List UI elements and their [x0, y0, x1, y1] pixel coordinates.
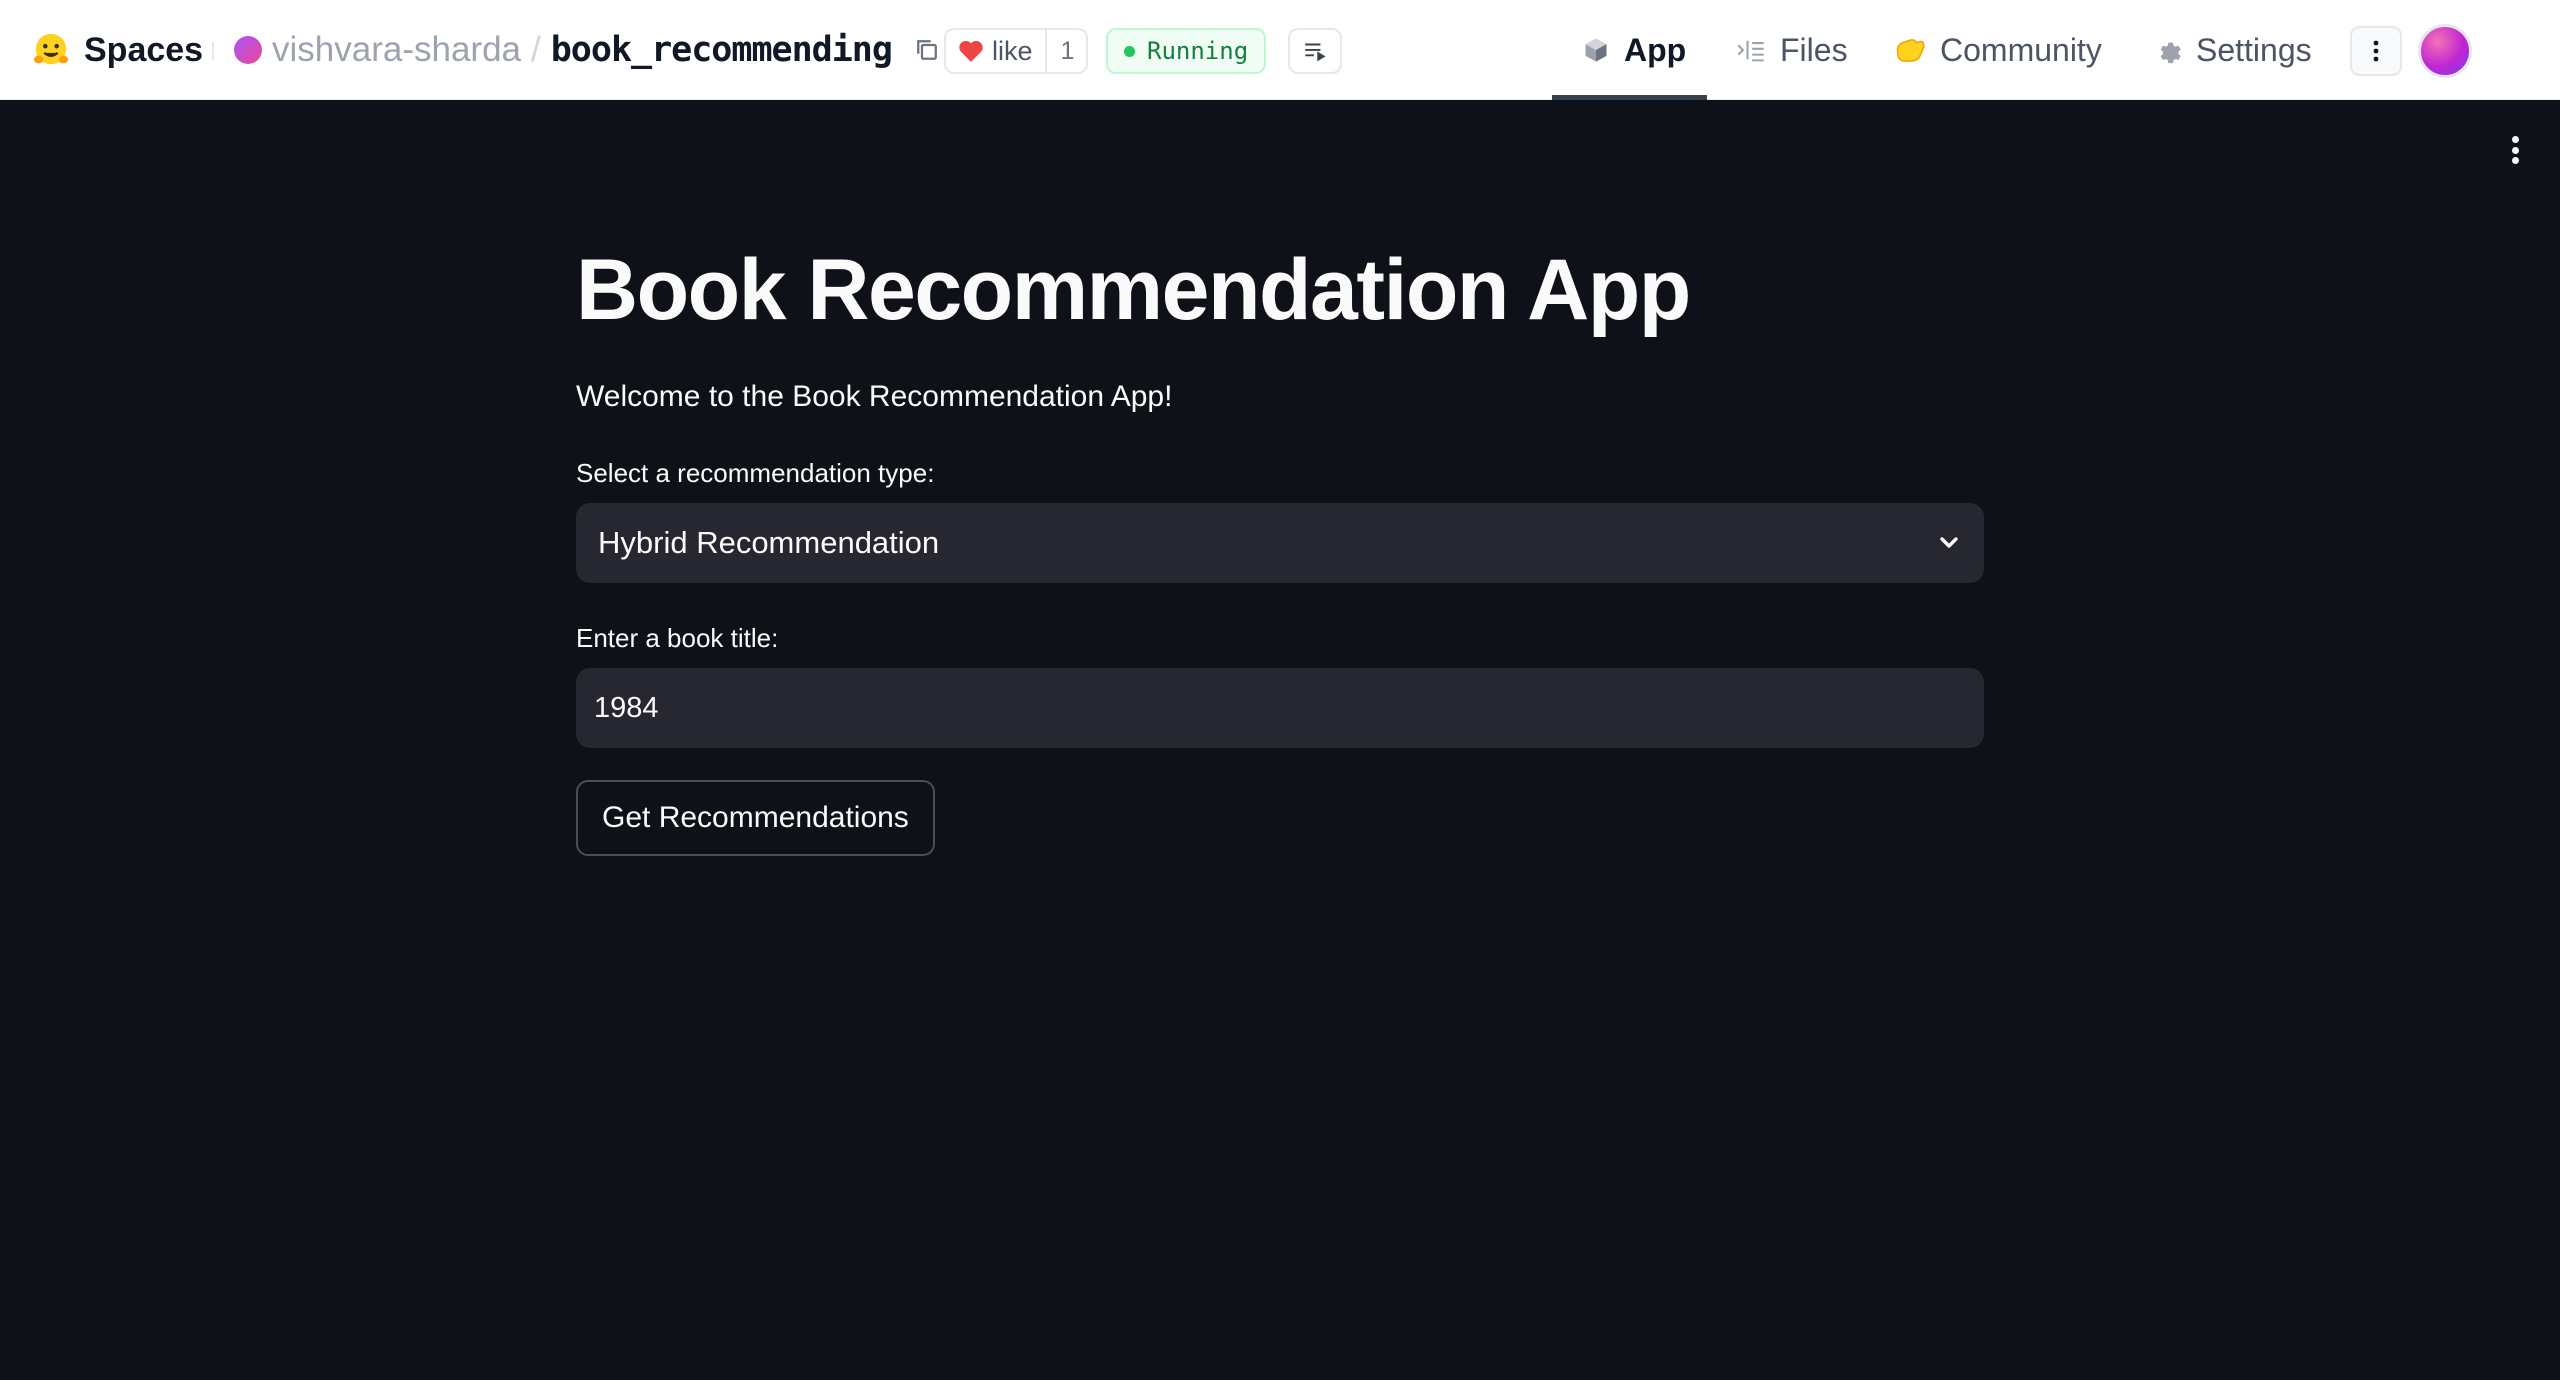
recommendation-type-label: Select a recommendation type:: [576, 458, 935, 488]
get-recommendations-button[interactable]: Get Recommendations: [576, 780, 935, 856]
menu-dot-icon: [2511, 146, 2519, 154]
app-box-icon: [1585, 38, 1607, 62]
logs-button[interactable]: [1288, 28, 1342, 74]
community-hands-icon: [1896, 39, 1925, 62]
spaces-header: Spaces vishvara-sharda / book_recommendi…: [0, 0, 2560, 100]
heart-icon: [959, 40, 983, 62]
menu-dot-icon: [2511, 136, 2519, 143]
header-divider: [212, 42, 214, 60]
more-options-button[interactable]: [2350, 26, 2402, 76]
user-avatar[interactable]: [2418, 24, 2472, 78]
book-title-value: 1984: [594, 691, 659, 724]
repo-name-link[interactable]: book_recommending: [551, 30, 893, 70]
book-title-label: Enter a book title:: [576, 623, 779, 653]
like-button[interactable]: like 1: [944, 28, 1088, 74]
tab-files-label: Files: [1780, 31, 1848, 68]
vertical-ellipsis-icon: [2373, 40, 2379, 62]
tab-app[interactable]: App: [1582, 22, 1686, 78]
get-recommendations-label: Get Recommendations: [602, 801, 909, 834]
welcome-text: Welcome to the Book Recommendation App!: [576, 380, 1173, 413]
like-label: like: [992, 35, 1033, 66]
app-main-content: Book Recommendation App Welcome to the B…: [576, 240, 1984, 856]
select-value: Hybrid Recommendation: [598, 525, 940, 560]
brand-label: Spaces: [84, 30, 204, 69]
tab-settings[interactable]: Settings: [2154, 22, 2312, 78]
status-badge: Running: [1106, 28, 1267, 74]
tab-files[interactable]: Files: [1736, 22, 1848, 78]
tab-settings-label: Settings: [2196, 31, 2312, 68]
copy-icon[interactable]: [912, 35, 942, 65]
status-dot-icon: [1124, 45, 1135, 57]
menu-dot-icon: [2511, 157, 2519, 164]
owner-link[interactable]: vishvara-sharda: [272, 30, 521, 70]
tab-community[interactable]: Community: [1894, 22, 2102, 78]
gear-icon: [2160, 42, 2181, 64]
logs-icon: [1305, 43, 1326, 62]
recommendation-type-select[interactable]: Hybrid Recommendation: [576, 503, 1984, 583]
spaces-home-link[interactable]: Spaces: [32, 28, 203, 72]
owner-avatar: [234, 36, 262, 64]
book-title-input[interactable]: 1984: [576, 668, 1984, 748]
chevron-down-icon: [1940, 537, 1958, 548]
like-count[interactable]: 1: [1047, 37, 1075, 66]
page-title: Book Recommendation App: [576, 242, 1691, 338]
breadcrumb-separator: /: [531, 30, 541, 69]
files-icon: [1737, 40, 1764, 62]
tab-app-label: App: [1624, 31, 1687, 68]
app-main-menu-button[interactable]: [2503, 130, 2527, 170]
repo-breadcrumb: vishvara-sharda / book_recommending: [234, 26, 942, 74]
status-label: Running: [1147, 37, 1249, 65]
tab-community-label: Community: [1940, 31, 2102, 68]
active-tab-indicator: [1552, 95, 1707, 100]
hugging-face-logo-icon: [33, 33, 69, 65]
